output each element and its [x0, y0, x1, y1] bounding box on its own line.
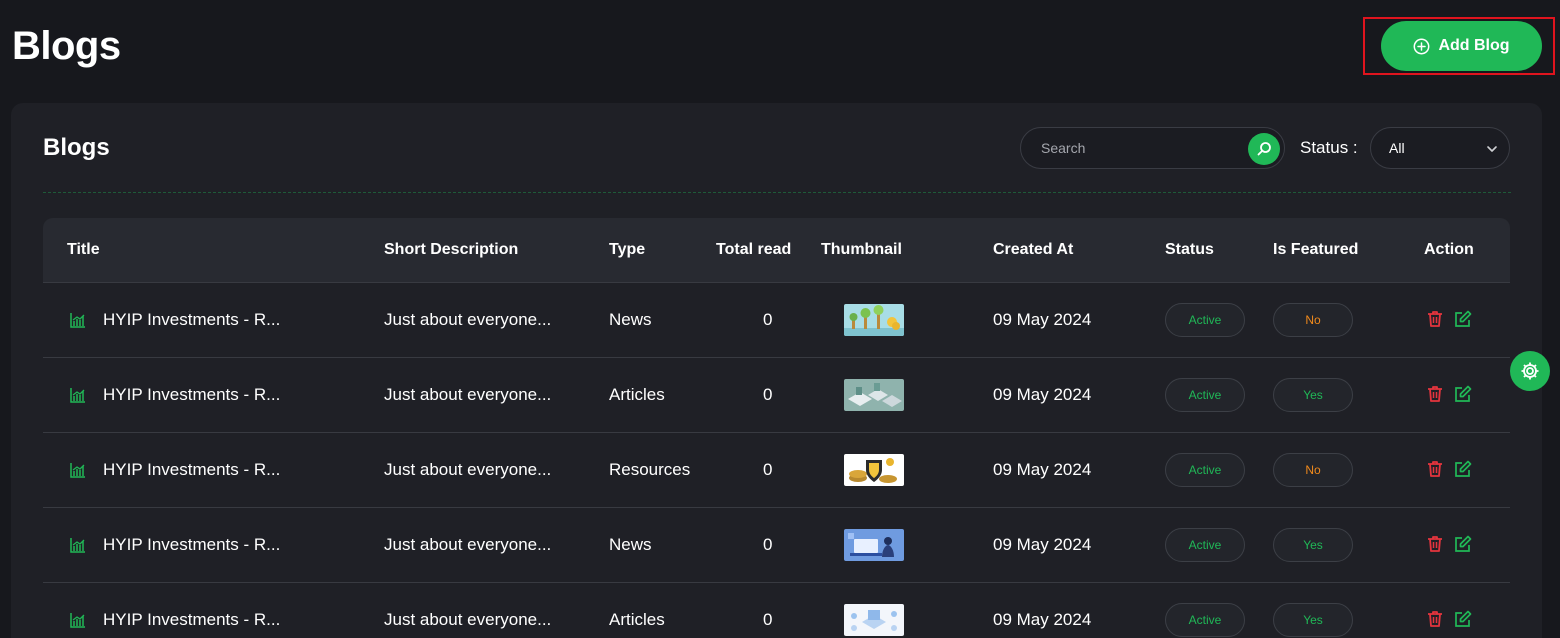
- edit-icon[interactable]: [1453, 309, 1473, 329]
- add-blog-label: Add Blog: [1438, 37, 1510, 54]
- cell-created-at: 09 May 2024: [993, 460, 1092, 479]
- cell-total-read: 0: [763, 385, 773, 404]
- chevron-down-icon: [1485, 142, 1499, 156]
- search-icon: [1256, 141, 1272, 157]
- status-badge: Active: [1165, 603, 1245, 637]
- cell-type: News: [609, 535, 652, 554]
- chart-icon: [69, 461, 87, 479]
- trash-icon[interactable]: [1425, 309, 1445, 329]
- chart-icon: [69, 611, 87, 629]
- table-row: HYIP Investments - R... Just about every…: [43, 282, 1510, 357]
- thumbnail-image: [844, 604, 904, 636]
- cell-title[interactable]: HYIP Investments - R...: [103, 433, 280, 507]
- cell-created-at: 09 May 2024: [993, 310, 1092, 329]
- table-row: HYIP Investments - R... Just about every…: [43, 507, 1510, 582]
- status-badge: Active: [1165, 303, 1245, 337]
- trash-icon[interactable]: [1425, 459, 1445, 479]
- search-input[interactable]: [1021, 128, 1241, 168]
- section-divider: [43, 192, 1511, 193]
- cell-title[interactable]: HYIP Investments - R...: [103, 583, 280, 638]
- edit-icon[interactable]: [1453, 609, 1473, 629]
- status-badge: Active: [1165, 378, 1245, 412]
- th-action: Action: [1424, 241, 1474, 258]
- th-type: Type: [609, 241, 646, 258]
- cell-short-description: Just about everyone...: [384, 385, 552, 404]
- cell-created-at: 09 May 2024: [993, 385, 1092, 404]
- edit-icon[interactable]: [1453, 534, 1473, 554]
- th-title: Title: [67, 241, 100, 258]
- chart-icon: [69, 311, 87, 329]
- cell-total-read: 0: [763, 535, 773, 554]
- chart-icon: [69, 536, 87, 554]
- table-row: HYIP Investments - R... Just about every…: [43, 582, 1510, 638]
- featured-badge: No: [1273, 453, 1353, 487]
- cell-short-description: Just about everyone...: [384, 610, 552, 629]
- thumbnail-image: [844, 379, 904, 411]
- thumbnail-image: [844, 304, 904, 336]
- cell-type: News: [609, 310, 652, 329]
- edit-icon[interactable]: [1453, 459, 1473, 479]
- cell-type: Resources: [609, 460, 691, 479]
- cell-created-at: 09 May 2024: [993, 535, 1092, 554]
- cell-title[interactable]: HYIP Investments - R...: [103, 508, 280, 582]
- card-title: Blogs: [43, 134, 110, 161]
- page-title: Blogs: [12, 24, 121, 68]
- add-blog-button[interactable]: Add Blog: [1381, 21, 1542, 71]
- blogs-card: Blogs Status : All Title Short Descripti…: [11, 103, 1542, 638]
- edit-icon[interactable]: [1453, 384, 1473, 404]
- gear-icon: [1519, 360, 1541, 382]
- table-row: HYIP Investments - R... Just about every…: [43, 357, 1510, 432]
- thumbnail-image: [844, 454, 904, 486]
- search-button[interactable]: [1248, 133, 1280, 165]
- trash-icon[interactable]: [1425, 609, 1445, 629]
- featured-badge: Yes: [1273, 603, 1353, 637]
- chart-icon: [69, 386, 87, 404]
- cell-short-description: Just about everyone...: [384, 460, 552, 479]
- status-badge: Active: [1165, 453, 1245, 487]
- thumbnail-image: [844, 529, 904, 561]
- cell-total-read: 0: [763, 460, 773, 479]
- trash-icon[interactable]: [1425, 384, 1445, 404]
- featured-badge: Yes: [1273, 378, 1353, 412]
- cell-created-at: 09 May 2024: [993, 610, 1092, 629]
- th-created-at: Created At: [993, 241, 1074, 258]
- table-row: HYIP Investments - R... Just about every…: [43, 432, 1510, 507]
- status-filter-select[interactable]: All: [1370, 127, 1510, 169]
- th-is-featured: Is Featured: [1273, 241, 1359, 258]
- th-total-read: Total read: [716, 241, 792, 258]
- cell-type: Articles: [609, 610, 665, 629]
- cell-title[interactable]: HYIP Investments - R...: [103, 358, 280, 432]
- cell-total-read: 0: [763, 310, 773, 329]
- cell-short-description: Just about everyone...: [384, 535, 552, 554]
- cell-short-description: Just about everyone...: [384, 310, 552, 329]
- trash-icon[interactable]: [1425, 534, 1445, 554]
- plus-circle-icon: [1413, 38, 1430, 55]
- cell-title[interactable]: HYIP Investments - R...: [103, 283, 280, 357]
- status-selected-value: All: [1389, 140, 1405, 156]
- th-short-description: Short Description: [384, 241, 519, 258]
- th-status: Status: [1165, 241, 1214, 258]
- cell-total-read: 0: [763, 610, 773, 629]
- featured-badge: Yes: [1273, 528, 1353, 562]
- cell-type: Articles: [609, 385, 665, 404]
- th-thumbnail: Thumbnail: [821, 241, 902, 258]
- search-box: [1020, 127, 1285, 169]
- table-header: Title Short Description Type Total read …: [43, 218, 1510, 282]
- status-filter-label: Status :: [1300, 138, 1358, 157]
- featured-badge: No: [1273, 303, 1353, 337]
- status-badge: Active: [1165, 528, 1245, 562]
- settings-button[interactable]: [1510, 351, 1550, 391]
